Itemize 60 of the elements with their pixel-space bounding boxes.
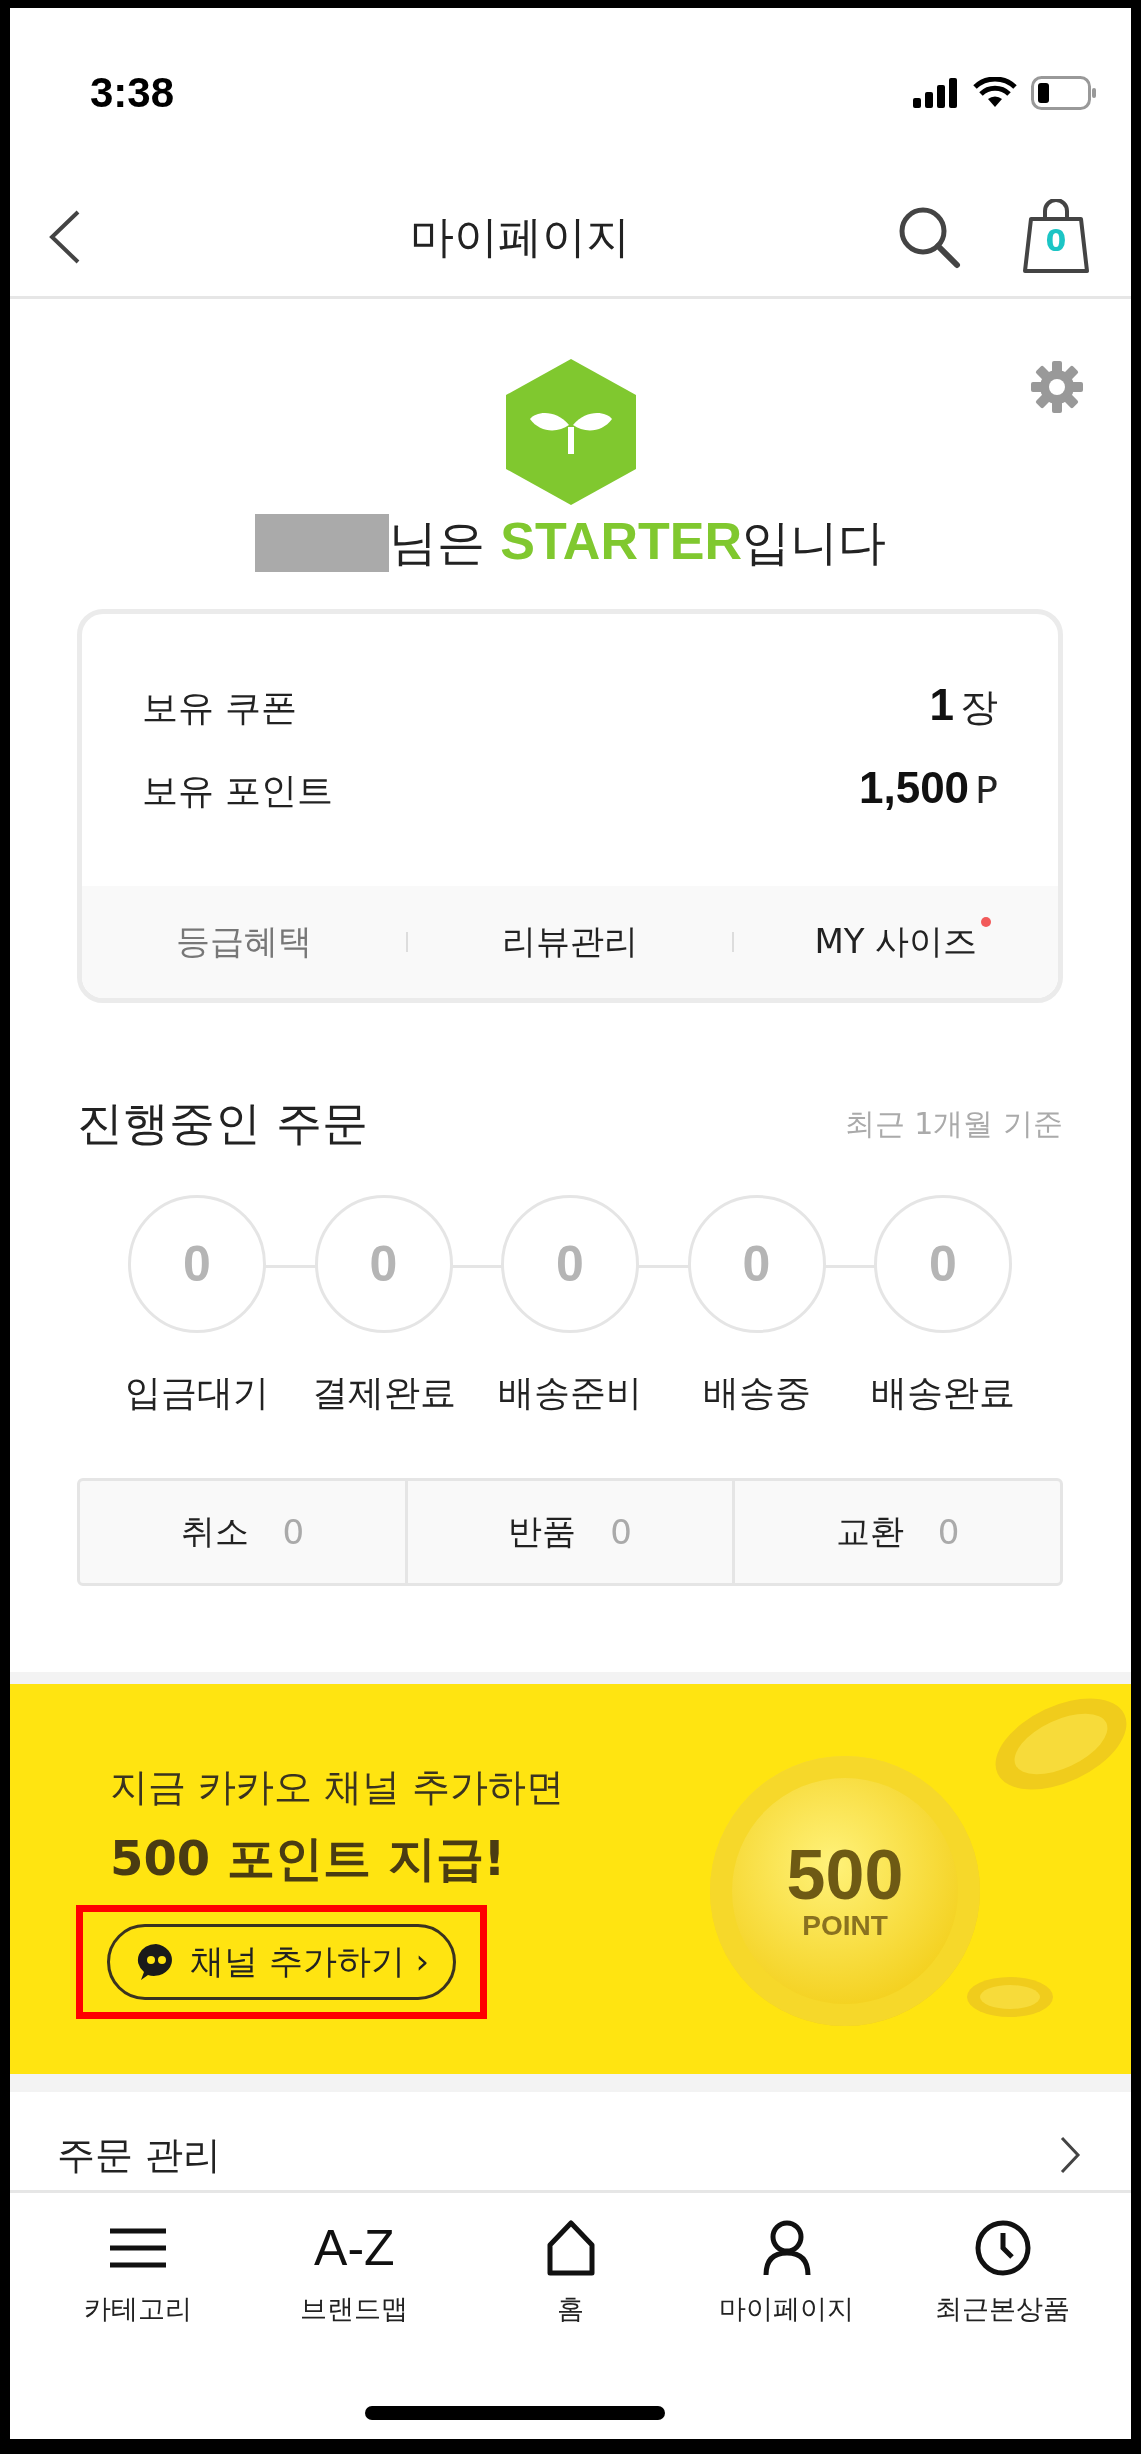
tab-item[interactable]: 최근본상품 [894, 2193, 1111, 2439]
summary-link[interactable]: 등급혜택 [176, 921, 312, 961]
claim-button[interactable]: 교환 0 [732, 1481, 1060, 1583]
coin-icon [965, 1974, 1055, 2020]
brand-map-glyph: A-Z [314, 2219, 395, 2277]
page-title: 마이페이지 [408, 209, 631, 264]
order-step-label: 배송중 [702, 1371, 811, 1415]
battery-icon [1031, 76, 1097, 110]
signal-icon [913, 78, 959, 108]
tab-item[interactable]: 홈 [462, 2193, 679, 2439]
tab-label: 마이페이지 [719, 2292, 855, 2326]
tab-item[interactable]: 마이페이지 [678, 2193, 895, 2439]
claim-label: 교환 [835, 1510, 904, 1553]
banner-headline: 500 포인트 지급! [110, 1829, 506, 1888]
summary-value: 1,500 [858, 763, 970, 813]
claim-label: 반품 [508, 1510, 577, 1553]
summary-label: 보유 쿠폰 [142, 686, 298, 730]
clock-icon [973, 2219, 1032, 2277]
tab-item[interactable]: A-Z 브랜드맵 [246, 2193, 463, 2439]
row-title: 주문 관리 [57, 2131, 222, 2179]
back-icon[interactable] [48, 209, 82, 265]
coin-unit: POINT [802, 1910, 888, 1942]
shopping-bag-icon [1021, 199, 1091, 275]
section-title: 진행중인 주문 [77, 1095, 368, 1152]
order-step-label: 배송준비 [498, 1371, 642, 1415]
search-icon[interactable] [897, 205, 961, 269]
period-note: 최근 1개월 기준 [844, 1104, 1063, 1143]
claim-count: 0 [282, 1512, 305, 1552]
claim-label: 취소 [180, 1510, 249, 1553]
grade-greeting: 님은 STARTER입니다 [389, 511, 886, 572]
tab-label: 브랜드맵 [300, 2292, 409, 2326]
status-time: 3:38 [90, 69, 175, 117]
tab-label: 카테고리 [84, 2292, 193, 2326]
summary-link[interactable]: 리뷰관리 [502, 921, 638, 961]
sprout-badge-icon [505, 359, 636, 505]
channel-add-button[interactable]: 채널 추가하기 › [107, 1924, 457, 2000]
claim-count: 0 [937, 1512, 960, 1552]
tab-label: 최근본상품 [935, 2292, 1071, 2326]
cart-count: 0 [1044, 223, 1068, 258]
claim-button[interactable]: 취소 0 [80, 1481, 405, 1583]
tab-item[interactable]: 카테고리 [30, 2193, 247, 2439]
claim-count: 0 [610, 1512, 632, 1552]
claim-button[interactable]: 반품 0 [404, 1481, 733, 1583]
home-icon [545, 2219, 596, 2277]
chevron-right-icon [1059, 2135, 1081, 2175]
person-icon [761, 2219, 812, 2277]
banner-text: 지금 카카오 채널 추가하면 [110, 1764, 565, 1811]
tab-label: 홈 [557, 2292, 584, 2326]
summary-unit: P [975, 768, 998, 812]
order-management-row[interactable]: 주문 관리 [10, 2124, 1131, 2186]
settings-icon[interactable] [1031, 361, 1083, 413]
order-step-label: 배송완료 [871, 1371, 1015, 1415]
summary-value: 1 [929, 680, 954, 730]
coin-value: 500 [786, 1840, 904, 1910]
wifi-icon [973, 77, 1017, 109]
summary-unit: 장 [960, 684, 998, 731]
summary-link[interactable]: MY 사이즈 [814, 921, 978, 961]
order-step-label: 입금대기 [125, 1371, 269, 1415]
order-step-label: 결제완료 [311, 1371, 456, 1415]
summary-label: 보유 포인트 [142, 769, 334, 813]
